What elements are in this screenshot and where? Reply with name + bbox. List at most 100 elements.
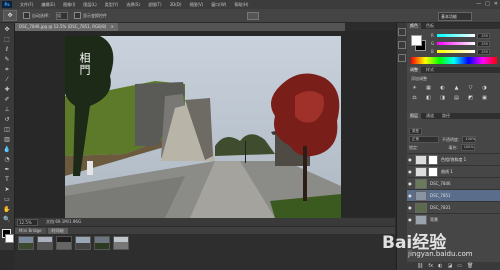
curves-icon[interactable]: ◐ [439,85,446,92]
menu-window[interactable]: 窗口(W) [211,2,226,8]
layer-row[interactable]: ● DSC_7831 [407,201,500,213]
blue-slider[interactable] [437,50,475,53]
shape-tool-icon[interactable]: ▭ [3,196,11,203]
maximize-button[interactable]: □ [485,1,490,7]
move-tool-icon[interactable]: ✥ [3,26,11,33]
healing-brush-tool-icon[interactable]: ✚ [3,86,11,93]
blend-mode-dropdown[interactable]: 正常 [409,136,439,143]
visibility-eye-icon[interactable]: ● [407,181,413,186]
minimize-button[interactable]: — [476,1,481,7]
black-white-icon[interactable]: ◧ [425,95,432,102]
marquee-tool-icon[interactable]: ⬚ [3,36,11,43]
red-slider[interactable] [437,34,475,37]
zoom-level-field[interactable]: 12.5% [17,218,38,226]
green-value-field[interactable]: 255 [477,40,490,47]
visibility-eye-icon[interactable]: ● [407,193,413,198]
blue-label: B [431,49,434,54]
vibrance-icon[interactable]: ▽ [467,85,474,92]
layer-filter-dropdown[interactable]: 类型 [409,128,422,135]
close-tab-icon[interactable]: × [111,24,114,29]
levels-icon[interactable]: ▦ [425,85,432,92]
thumbnail[interactable] [56,236,72,250]
auto-select-dropdown[interactable]: 组 [56,11,68,20]
history-brush-tool-icon[interactable]: ↺ [3,116,11,123]
type-tool-icon[interactable]: T [3,176,11,183]
layer-row[interactable]: ● DSC_7846 [407,177,500,189]
visibility-eye-icon[interactable]: ● [407,169,413,174]
pen-tool-icon[interactable]: ✒ [3,166,11,173]
menu-file[interactable]: 文件(F) [20,2,33,8]
brightness-contrast-icon[interactable]: ☀ [411,85,418,92]
history-icon[interactable] [398,28,406,36]
hue-saturation-icon[interactable]: ◑ [481,85,488,92]
gradient-map-icon[interactable]: ▣ [481,95,488,102]
menu-layer[interactable]: 图层(L) [83,2,96,8]
brush-tool-icon[interactable]: ✐ [3,96,11,103]
eraser-tool-icon[interactable]: ◫ [3,126,11,133]
menu-filter[interactable]: 滤镜(T) [148,2,162,8]
layer-mask-thumbnail[interactable] [428,154,438,165]
menu-image[interactable]: 图像(I) [63,2,75,8]
thumbnail[interactable] [18,236,34,250]
green-slider[interactable] [437,42,475,45]
thumbnail[interactable] [94,236,110,250]
thumbnail[interactable] [113,236,129,250]
color-balance-icon[interactable]: ⚖ [411,95,418,102]
foreground-color-swatch[interactable] [411,35,422,46]
visibility-eye-icon[interactable]: ● [407,157,413,162]
quick-select-tool-icon[interactable]: ✎ [3,56,11,63]
menu-edit[interactable]: 编辑(E) [41,2,55,8]
document-tab[interactable]: DSC_7846.jpg @ 12.5% (DSC_7851, RGB/8) × [15,23,118,31]
dodge-tool-icon[interactable]: ◔ [3,156,11,163]
menu-3d[interactable]: 3D(D) [170,2,182,7]
exposure-icon[interactable]: ▲ [453,85,460,92]
red-value-field[interactable]: 255 [477,32,490,39]
photo-filter-icon[interactable]: ◨ [439,95,446,102]
clone-stamp-tool-icon[interactable]: ⊥ [3,106,11,113]
lasso-tool-icon[interactable]: ℓ [3,46,11,53]
menu-type[interactable]: 类型(Y) [105,2,119,8]
close-button[interactable]: ✕ [494,1,498,7]
3d-mode-button[interactable] [247,11,259,20]
properties-icon[interactable] [398,41,406,49]
auto-select-checkbox[interactable] [23,12,30,19]
layer-mask-thumbnail[interactable] [428,166,438,177]
opacity-field[interactable]: 100% [462,136,477,143]
blur-tool-icon[interactable]: 💧 [3,146,11,153]
red-slider-row[interactable]: R 255 [431,32,495,39]
color-spectrum-bar[interactable] [411,57,497,64]
document-photo[interactable] [65,36,341,218]
path-select-tool-icon[interactable]: ➤ [3,186,11,193]
doc-info[interactable]: 文档:69.1M/1.96G [46,219,81,225]
thumbnail[interactable] [37,236,53,250]
fill-label: 填充: [448,144,458,150]
menu-bar: Ps 文件(F) 编辑(E) 图像(I) 图层(L) 类型(Y) 选择(S) 滤… [0,0,500,9]
layer-row[interactable]: ● 曲线 1 [407,165,500,177]
background-color-swatch[interactable] [5,234,14,243]
green-slider-row[interactable]: G 255 [431,40,495,47]
layer-row[interactable]: ● 色相/饱和度 1 [407,153,500,165]
blue-value-field[interactable]: 255 [477,48,490,55]
move-tool-preset-icon[interactable]: ✥ [3,10,17,21]
thumbnail[interactable] [75,236,91,250]
visibility-eye-icon[interactable]: ● [407,217,413,222]
eyedropper-tool-icon[interactable]: ⁄ [3,76,11,83]
crop-tool-icon[interactable]: ⌗ [3,66,11,73]
zoom-tool-icon[interactable]: 🔍 [3,216,11,223]
layer-row-selected[interactable]: ● DSC_7851 [407,189,500,201]
filmstrip [15,234,395,270]
hand-tool-icon[interactable]: ✋ [3,206,11,213]
show-transform-checkbox[interactable] [74,12,81,19]
invert-icon[interactable]: ◩ [467,95,474,102]
menu-view[interactable]: 视图(V) [189,2,203,8]
layer-row[interactable]: ● 背景 [407,213,500,225]
channel-mixer-icon[interactable]: ▤ [453,95,460,102]
blue-slider-row[interactable]: B 255 [431,48,495,55]
fill-field[interactable]: 100% [460,144,475,151]
info-icon[interactable] [398,54,406,62]
gradient-tool-icon[interactable]: ▥ [3,136,11,143]
menu-help[interactable]: 帮助(H) [234,2,248,8]
menu-select[interactable]: 选择(S) [126,2,140,8]
visibility-eye-icon[interactable]: ● [407,205,413,210]
workspace-selector[interactable]: 基本功能 [438,12,472,21]
